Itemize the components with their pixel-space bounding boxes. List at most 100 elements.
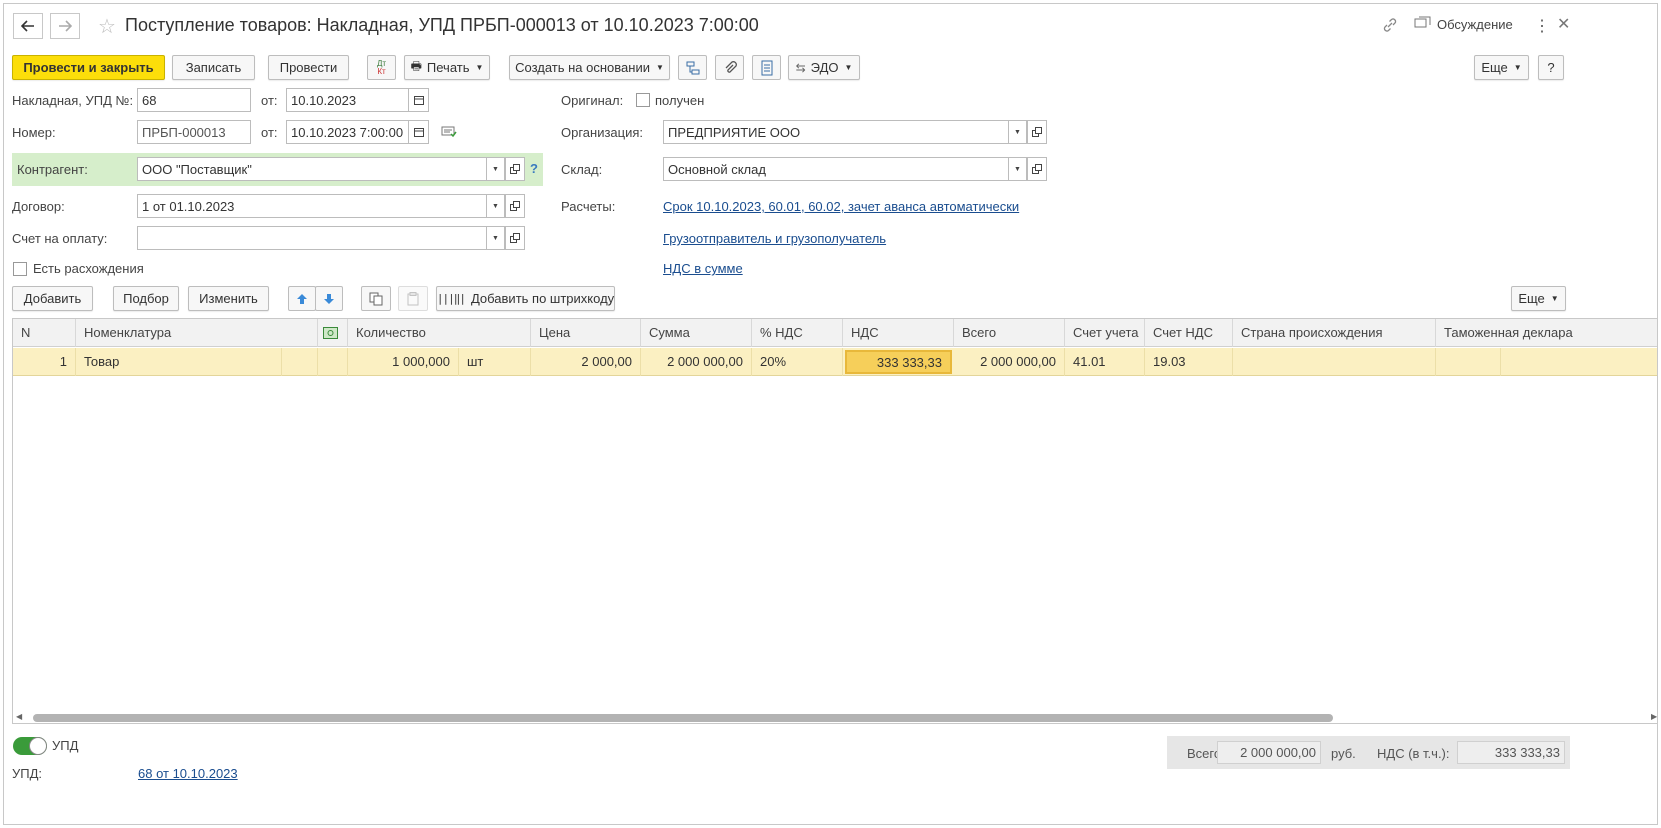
more-menu-icon[interactable]: ⋮: [1534, 16, 1550, 36]
save-button[interactable]: Записать: [172, 55, 255, 80]
organization-open-button[interactable]: [1027, 120, 1047, 144]
discussion-button[interactable]: Обсуждение: [1414, 16, 1513, 32]
forward-button[interactable]: [50, 13, 80, 39]
cell-item[interactable]: Товар: [76, 348, 282, 376]
open-icon: [510, 201, 520, 211]
add-row-button[interactable]: Добавить: [12, 286, 93, 311]
dt-kt-button[interactable]: Дт Кт: [367, 55, 396, 80]
paste-rows-button[interactable]: [398, 286, 428, 311]
warehouse-dropdown[interactable]: ▼: [1009, 157, 1027, 181]
counterparty-open-button[interactable]: [505, 157, 525, 181]
invoice-payment-open-button[interactable]: [505, 226, 525, 250]
scroll-right-icon[interactable]: ▶: [1651, 712, 1657, 721]
shipper-consignee-link[interactable]: Грузоотправитель и грузополучатель: [663, 231, 886, 246]
col-customs[interactable]: Таможенная деклара: [1436, 319, 1657, 347]
invoice-number-field[interactable]: 68: [137, 88, 251, 112]
move-down-button[interactable]: [315, 286, 343, 311]
cell-total[interactable]: 2 000 000,00: [954, 348, 1065, 376]
cell-customs-extra[interactable]: [1501, 348, 1657, 376]
structure-button[interactable]: [678, 55, 707, 80]
number-settings-icon[interactable]: [441, 124, 457, 143]
invoice-payment-field[interactable]: [137, 226, 487, 250]
scroll-left-icon[interactable]: ◀: [16, 712, 22, 721]
scrollbar-thumb[interactable]: [33, 714, 1333, 722]
cell-customs[interactable]: [1436, 348, 1501, 376]
help-question-icon[interactable]: ?: [530, 161, 538, 176]
cell-vat-rate[interactable]: 20%: [752, 348, 843, 376]
chevron-down-icon: ▼: [475, 63, 484, 72]
col-quantity[interactable]: Количество: [348, 319, 531, 347]
contract-dropdown[interactable]: ▼: [487, 194, 505, 218]
calendar-button[interactable]: [409, 88, 429, 112]
edo-icon: ⇆: [795, 60, 806, 75]
link-icon[interactable]: [1382, 17, 1398, 36]
print-button[interactable]: 🖶 Печать ▼: [404, 55, 490, 80]
calendar-button[interactable]: [409, 120, 429, 144]
back-button[interactable]: [13, 13, 43, 39]
upd-toggle-label: УПД: [52, 738, 79, 753]
cell-country[interactable]: [1233, 348, 1436, 376]
upd-toggle[interactable]: [13, 737, 47, 755]
change-button[interactable]: Изменить: [188, 286, 269, 311]
more-button[interactable]: Еще ▼: [1474, 55, 1529, 80]
number-date-field[interactable]: 10.10.2023 7:00:00: [286, 120, 409, 144]
chevron-down-icon: ▼: [655, 63, 664, 72]
money-icon: [323, 327, 338, 339]
cell-price-flag[interactable]: [318, 348, 348, 376]
col-total[interactable]: Всего: [954, 319, 1065, 347]
post-button[interactable]: Провести: [268, 55, 349, 80]
counterparty-field[interactable]: ООО "Поставщик": [137, 157, 487, 181]
attach-button[interactable]: [715, 55, 744, 80]
upd-document-link[interactable]: 68 от 10.10.2023: [138, 766, 238, 781]
copy-rows-button[interactable]: [361, 286, 391, 311]
col-country[interactable]: Страна происхождения: [1233, 319, 1436, 347]
cell-n[interactable]: 1: [13, 348, 76, 376]
number-field[interactable]: ПРБП-000013: [137, 120, 251, 144]
organization-field[interactable]: ПРЕДПРИЯТИЕ ООО: [663, 120, 1009, 144]
create-based-on-button[interactable]: Создать на основании ▼: [509, 55, 670, 80]
table-more-button[interactable]: Еще ▼: [1511, 286, 1566, 311]
invoice-payment-dropdown[interactable]: ▼: [487, 226, 505, 250]
contract-field[interactable]: 1 от 01.10.2023: [137, 194, 487, 218]
counterparty-dropdown[interactable]: ▼: [487, 157, 505, 181]
create-based-label: Создать на основании: [515, 60, 650, 75]
cell-sum[interactable]: 2 000 000,00: [641, 348, 752, 376]
add-by-barcode-button[interactable]: |||‖| Добавить по штрихкоду: [436, 286, 615, 311]
warehouse-open-button[interactable]: [1027, 157, 1047, 181]
close-icon[interactable]: ✕: [1557, 14, 1570, 34]
table-row[interactable]: 1 Товар 1 000,000 шт 2 000,00 2 000 000,…: [13, 348, 1657, 376]
pick-button[interactable]: Подбор: [113, 286, 179, 311]
contract-open-button[interactable]: [505, 194, 525, 218]
warehouse-field[interactable]: Основной склад: [663, 157, 1009, 181]
cell-quantity[interactable]: 1 000,000: [348, 348, 459, 376]
discrepancy-checkbox[interactable]: [13, 262, 27, 276]
col-n[interactable]: N: [13, 319, 76, 347]
horizontal-scrollbar[interactable]: [33, 714, 1633, 722]
col-price[interactable]: Цена: [531, 319, 641, 347]
move-up-button[interactable]: [288, 286, 316, 311]
col-vat-rate[interactable]: % НДС: [752, 319, 843, 347]
cell-vat-active[interactable]: 333 333,33: [845, 350, 952, 374]
report-button[interactable]: [752, 55, 781, 80]
cell-price[interactable]: 2 000,00: [531, 348, 641, 376]
vat-in-sum-link[interactable]: НДС в сумме: [663, 261, 743, 276]
cell-item-extra[interactable]: [282, 348, 318, 376]
favorite-star-icon[interactable]: ☆: [98, 14, 116, 39]
edo-button[interactable]: ⇆ ЭДО ▼: [788, 55, 860, 80]
cell-vat-account[interactable]: 19.03: [1145, 348, 1233, 376]
organization-dropdown[interactable]: ▼: [1009, 120, 1027, 144]
help-button[interactable]: ?: [1538, 55, 1564, 80]
col-vat-account[interactable]: Счет НДС: [1145, 319, 1233, 347]
col-nomenclature[interactable]: Номенклатура: [76, 319, 318, 347]
document-window: ☆ Поступление товаров: Накладная, УПД ПР…: [3, 3, 1658, 825]
col-sum[interactable]: Сумма: [641, 319, 752, 347]
original-received-checkbox[interactable]: [636, 93, 650, 107]
col-account[interactable]: Счет учета: [1065, 319, 1145, 347]
cell-unit[interactable]: шт: [459, 348, 531, 376]
payments-link[interactable]: Срок 10.10.2023, 60.01, 60.02, зачет ава…: [663, 199, 1019, 214]
cell-account[interactable]: 41.01: [1065, 348, 1145, 376]
printer-icon: 🖶: [410, 59, 422, 73]
invoice-date-field[interactable]: 10.10.2023: [286, 88, 409, 112]
post-and-close-button[interactable]: Провести и закрыть: [12, 55, 165, 80]
col-vat[interactable]: НДС: [843, 319, 954, 347]
